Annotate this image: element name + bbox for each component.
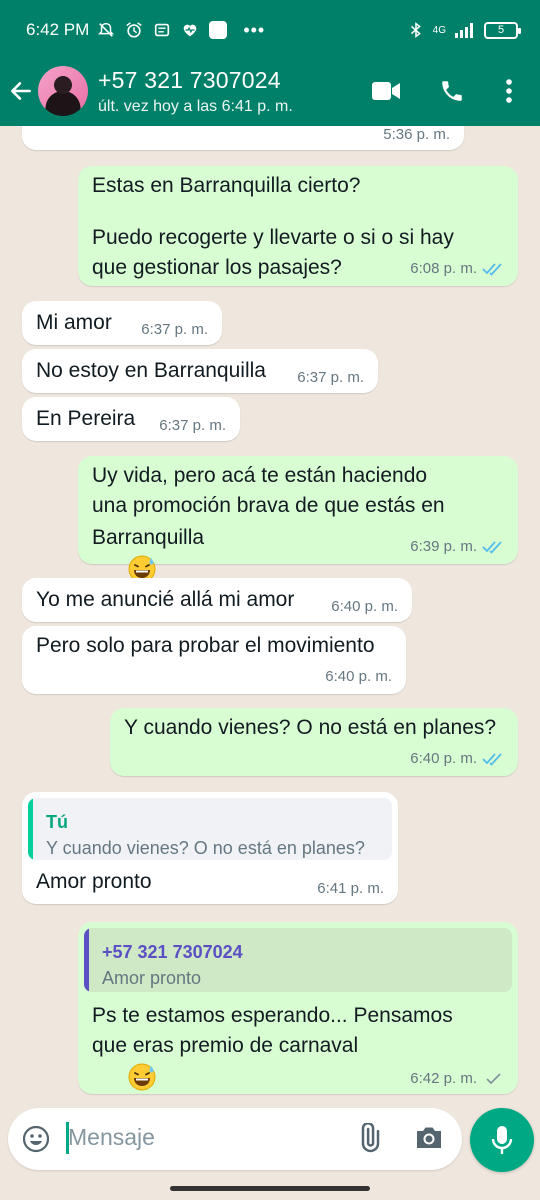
grinning-sweat-emoji bbox=[128, 1063, 156, 1091]
message-input[interactable]: Mensaje bbox=[68, 1124, 155, 1151]
message-outgoing[interactable]: Y cuando vienes? O no está en planes? 6:… bbox=[110, 708, 518, 776]
battery-level: 5 bbox=[497, 24, 505, 36]
last-seen: últ. vez hoy a las 6:41 p. m. bbox=[98, 97, 293, 115]
status-bar: 6:42 PM ••• 4G 5 bbox=[0, 0, 540, 60]
message-text: Mi amor bbox=[36, 311, 112, 334]
message-meta: 6:40 p. m. bbox=[410, 750, 504, 768]
message-incoming[interactable]: En Pereira 6:37 p. m. bbox=[22, 397, 240, 441]
message-line: Uy vida, pero acá te están haciendo bbox=[92, 464, 428, 487]
read-ticks-icon bbox=[482, 263, 502, 276]
message-time: 6:37 p. m. bbox=[159, 417, 226, 434]
message-time: 6:40 p. m. bbox=[325, 668, 392, 685]
mic-icon bbox=[491, 1126, 513, 1154]
emoji-icon[interactable] bbox=[22, 1125, 50, 1153]
message-time: 5:36 p. m. bbox=[383, 126, 450, 143]
message-composer[interactable]: Mensaje bbox=[8, 1108, 462, 1170]
quoted-message[interactable]: Tú Y cuando vienes? O no está en planes? bbox=[28, 798, 392, 860]
message-line: que eras premio de carnaval bbox=[92, 1034, 359, 1057]
message-text: Amor pronto bbox=[36, 870, 152, 893]
signal-icon bbox=[455, 23, 473, 38]
message-time: 6:37 p. m. bbox=[297, 369, 364, 386]
message-text: No estoy en Barranquilla bbox=[36, 359, 266, 382]
message-incoming-reply[interactable]: Tú Y cuando vienes? O no está en planes?… bbox=[22, 792, 398, 904]
contact-name: +57 321 7307024 bbox=[98, 66, 281, 93]
alarm-icon bbox=[126, 22, 142, 38]
message-time: 6:39 p. m. bbox=[410, 538, 477, 555]
message-incoming[interactable]: Yo me anuncié allá mi amor 6:40 p. m. bbox=[22, 578, 412, 622]
message-time: 6:42 p. m. bbox=[410, 1070, 477, 1087]
message-time: 6:41 p. m. bbox=[317, 880, 384, 897]
video-call-icon bbox=[372, 82, 400, 100]
message-line: Ps te estamos esperando... Pensamos bbox=[92, 1004, 453, 1027]
sent-tick-icon bbox=[486, 1073, 501, 1085]
voice-call-button[interactable] bbox=[436, 58, 468, 124]
message-line: Estas en Barranquilla cierto? bbox=[92, 174, 361, 197]
message-time: 6:08 p. m. bbox=[410, 260, 477, 277]
phone-icon bbox=[442, 81, 462, 101]
chat-area[interactable]: 5:36 p. m. Estas en Barranquilla cierto?… bbox=[0, 126, 540, 1104]
more-options-button[interactable] bbox=[496, 58, 522, 124]
message-meta: 6:39 p. m. bbox=[410, 538, 504, 556]
bluetooth-icon bbox=[410, 22, 421, 38]
quoted-text: Y cuando vienes? O no está en planes? bbox=[46, 838, 365, 858]
message-line: una promoción brava de que estás en bbox=[92, 494, 445, 517]
more-vert-icon bbox=[506, 79, 512, 103]
top-bar: 6:42 PM ••• 4G 5 +57 321 7307024 últ. ve… bbox=[0, 0, 540, 126]
message-incoming[interactable]: Pero solo para probar el movimiento 6:40… bbox=[22, 626, 406, 694]
message-line: Puedo recogerte y llevarte o si o si hay bbox=[92, 226, 454, 249]
message-line: Barranquilla bbox=[92, 526, 205, 549]
message-outgoing[interactable]: Uy vida, pero acá te están haciendo una … bbox=[78, 456, 518, 583]
message-text: Y cuando vienes? O no está en planes? bbox=[124, 716, 497, 739]
attach-icon[interactable] bbox=[354, 1123, 384, 1153]
app-icon bbox=[209, 21, 228, 39]
health-icon bbox=[184, 24, 197, 37]
message-time: 6:40 p. m. bbox=[331, 598, 398, 615]
message-incoming[interactable]: No estoy en Barranquilla 6:37 p. m. bbox=[22, 349, 378, 393]
quoted-message[interactable]: +57 321 7307024 Amor pronto bbox=[84, 928, 512, 992]
status-time: 6:42 PM bbox=[26, 20, 90, 39]
chat-header: +57 321 7307024 últ. vez hoy a las 6:41 … bbox=[0, 58, 540, 124]
gesture-bar[interactable] bbox=[170, 1186, 370, 1191]
quoted-text: Amor pronto bbox=[102, 968, 202, 988]
avatar[interactable] bbox=[38, 66, 88, 116]
message-text: Pero solo para probar el movimiento bbox=[36, 634, 375, 657]
message-time: 6:40 p. m. bbox=[410, 750, 477, 767]
message-time: 6:37 p. m. bbox=[141, 321, 208, 338]
contact-info[interactable]: +57 321 7307024 últ. vez hoy a las 6:41 … bbox=[98, 67, 293, 116]
more-icon: ••• bbox=[243, 19, 266, 40]
camera-icon[interactable] bbox=[414, 1124, 444, 1152]
message-line: que gestionar los pasajes? bbox=[92, 256, 342, 279]
back-arrow-icon[interactable] bbox=[8, 78, 34, 104]
video-call-button[interactable] bbox=[370, 58, 402, 124]
mic-button[interactable] bbox=[470, 1108, 534, 1172]
message-incoming[interactable]: Mi amor 6:37 p. m. bbox=[22, 301, 222, 345]
message-outgoing-reply[interactable]: +57 321 7307024 Amor pronto Ps te estamo… bbox=[78, 922, 518, 1094]
battery-icon: 5 bbox=[484, 21, 521, 39]
message-text: Yo me anuncié allá mi amor bbox=[36, 588, 295, 611]
read-ticks-icon bbox=[482, 753, 502, 766]
network-type: 4G bbox=[432, 24, 446, 36]
message-meta: 6:42 p. m. bbox=[410, 1070, 504, 1088]
message-outgoing[interactable]: Estas en Barranquilla cierto? Puedo reco… bbox=[78, 166, 518, 286]
message-meta: 6:08 p. m. bbox=[410, 260, 504, 278]
message-incoming[interactable]: 5:36 p. m. bbox=[22, 126, 464, 150]
read-ticks-icon bbox=[482, 541, 502, 554]
message-text: En Pereira bbox=[36, 407, 136, 430]
mute-icon bbox=[98, 22, 115, 37]
notification-icon bbox=[155, 23, 170, 37]
